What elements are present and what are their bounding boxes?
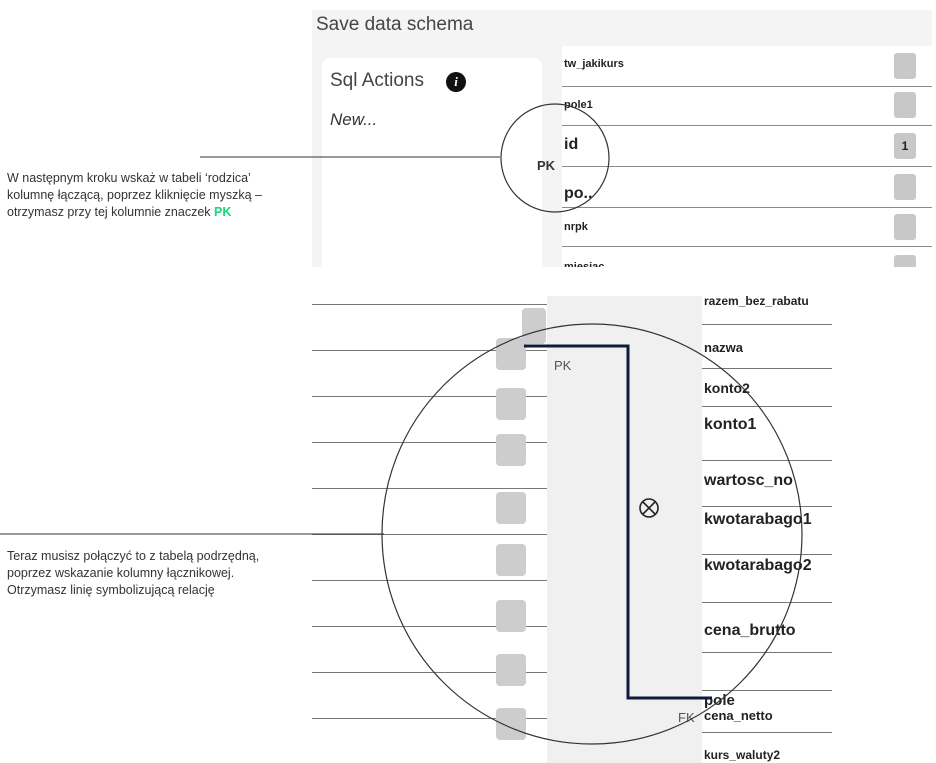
caption-text: Teraz musisz połączyć to z tabelą podrzę… <box>7 549 260 597</box>
caption-step-2: Teraz musisz połączyć to z tabelą podrzę… <box>7 548 297 599</box>
magnifier-overlay-bottom <box>0 323 803 745</box>
magnifier-circle <box>381 323 803 745</box>
